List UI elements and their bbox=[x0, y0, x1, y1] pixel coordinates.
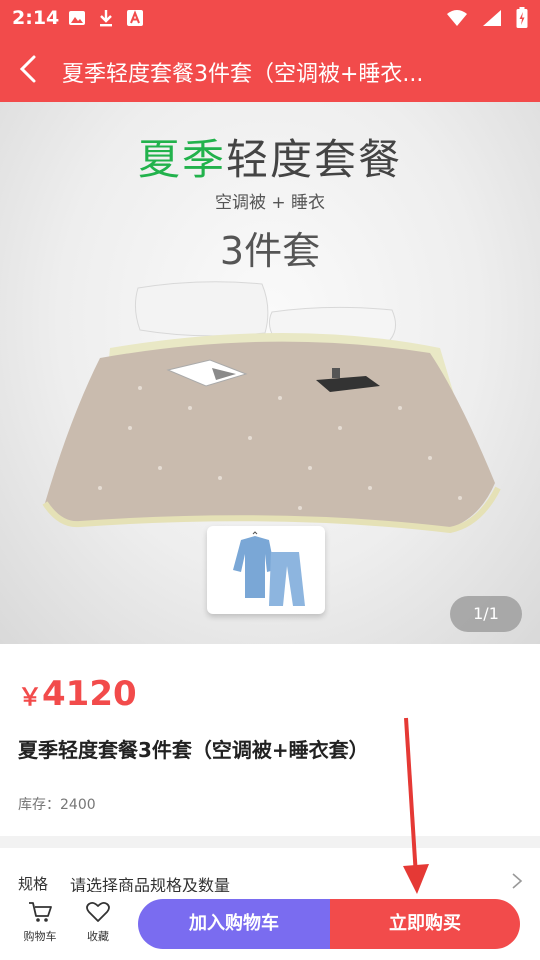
cart-tab-label: 购物车 bbox=[23, 930, 57, 943]
buy-now-button[interactable]: 立即购买 bbox=[330, 899, 520, 949]
cart-tab[interactable]: 购物车 bbox=[15, 900, 65, 944]
product-image-carousel[interactable]: 夏季轻度套餐 空调被 + 睡衣 3件套 1/1 bbox=[0, 102, 540, 644]
product-title: 夏季轻度套餐3件套（空调被+睡衣套） bbox=[18, 738, 369, 762]
download-icon bbox=[100, 10, 112, 27]
chevron-right-icon bbox=[512, 873, 523, 889]
image-icon bbox=[69, 11, 85, 25]
product-info-panel: ￥4120 夏季轻度套餐3件套（空调被+睡衣套） 库存：2400 bbox=[0, 644, 540, 836]
battery-icon bbox=[516, 7, 528, 28]
hero-subtitle: 空调被 + 睡衣 bbox=[214, 193, 326, 213]
spec-label: 规格 bbox=[18, 875, 49, 893]
a-box-icon bbox=[127, 10, 143, 26]
hero-title-highlight: 夏季 bbox=[137, 135, 226, 184]
status-time: 2:14 bbox=[12, 7, 60, 29]
bedding-illustration bbox=[42, 281, 501, 534]
pajamas-thumbnail bbox=[207, 526, 325, 614]
status-bar: 2:14 bbox=[0, 0, 540, 36]
add-to-cart-button[interactable]: 加入购物车 bbox=[138, 899, 330, 949]
stock-value: 2400 bbox=[60, 797, 96, 813]
bottom-action-bar: 购物车 收藏 加入购物车 立即购买 bbox=[0, 892, 540, 960]
price-currency: ￥ bbox=[18, 683, 42, 711]
top-navbar: 夏季轻度套餐3件套（空调被+睡衣... bbox=[0, 36, 540, 102]
wifi-icon bbox=[447, 10, 467, 26]
stock-label: 库存： bbox=[18, 797, 60, 813]
price-value: 4120 bbox=[42, 674, 137, 714]
favorite-tab[interactable]: 收藏 bbox=[73, 900, 123, 944]
hero-count: 3件套 bbox=[219, 229, 321, 273]
cart-icon bbox=[29, 902, 52, 922]
pajamas-icon bbox=[233, 531, 305, 606]
hero-title-rest: 轻度套餐 bbox=[226, 135, 403, 184]
signal-icon bbox=[483, 10, 501, 26]
hero-title: 夏季轻度套餐 bbox=[0, 126, 540, 187]
heart-icon bbox=[86, 901, 110, 922]
image-pager-indicator: 1/1 bbox=[450, 596, 522, 632]
favorite-tab-label: 收藏 bbox=[87, 930, 109, 943]
product-price: ￥4120 bbox=[18, 674, 137, 714]
back-arrow-icon[interactable] bbox=[14, 54, 44, 84]
stock-info: 库存：2400 bbox=[18, 794, 96, 814]
page-title: 夏季轻度套餐3件套（空调被+睡衣... bbox=[62, 62, 424, 87]
